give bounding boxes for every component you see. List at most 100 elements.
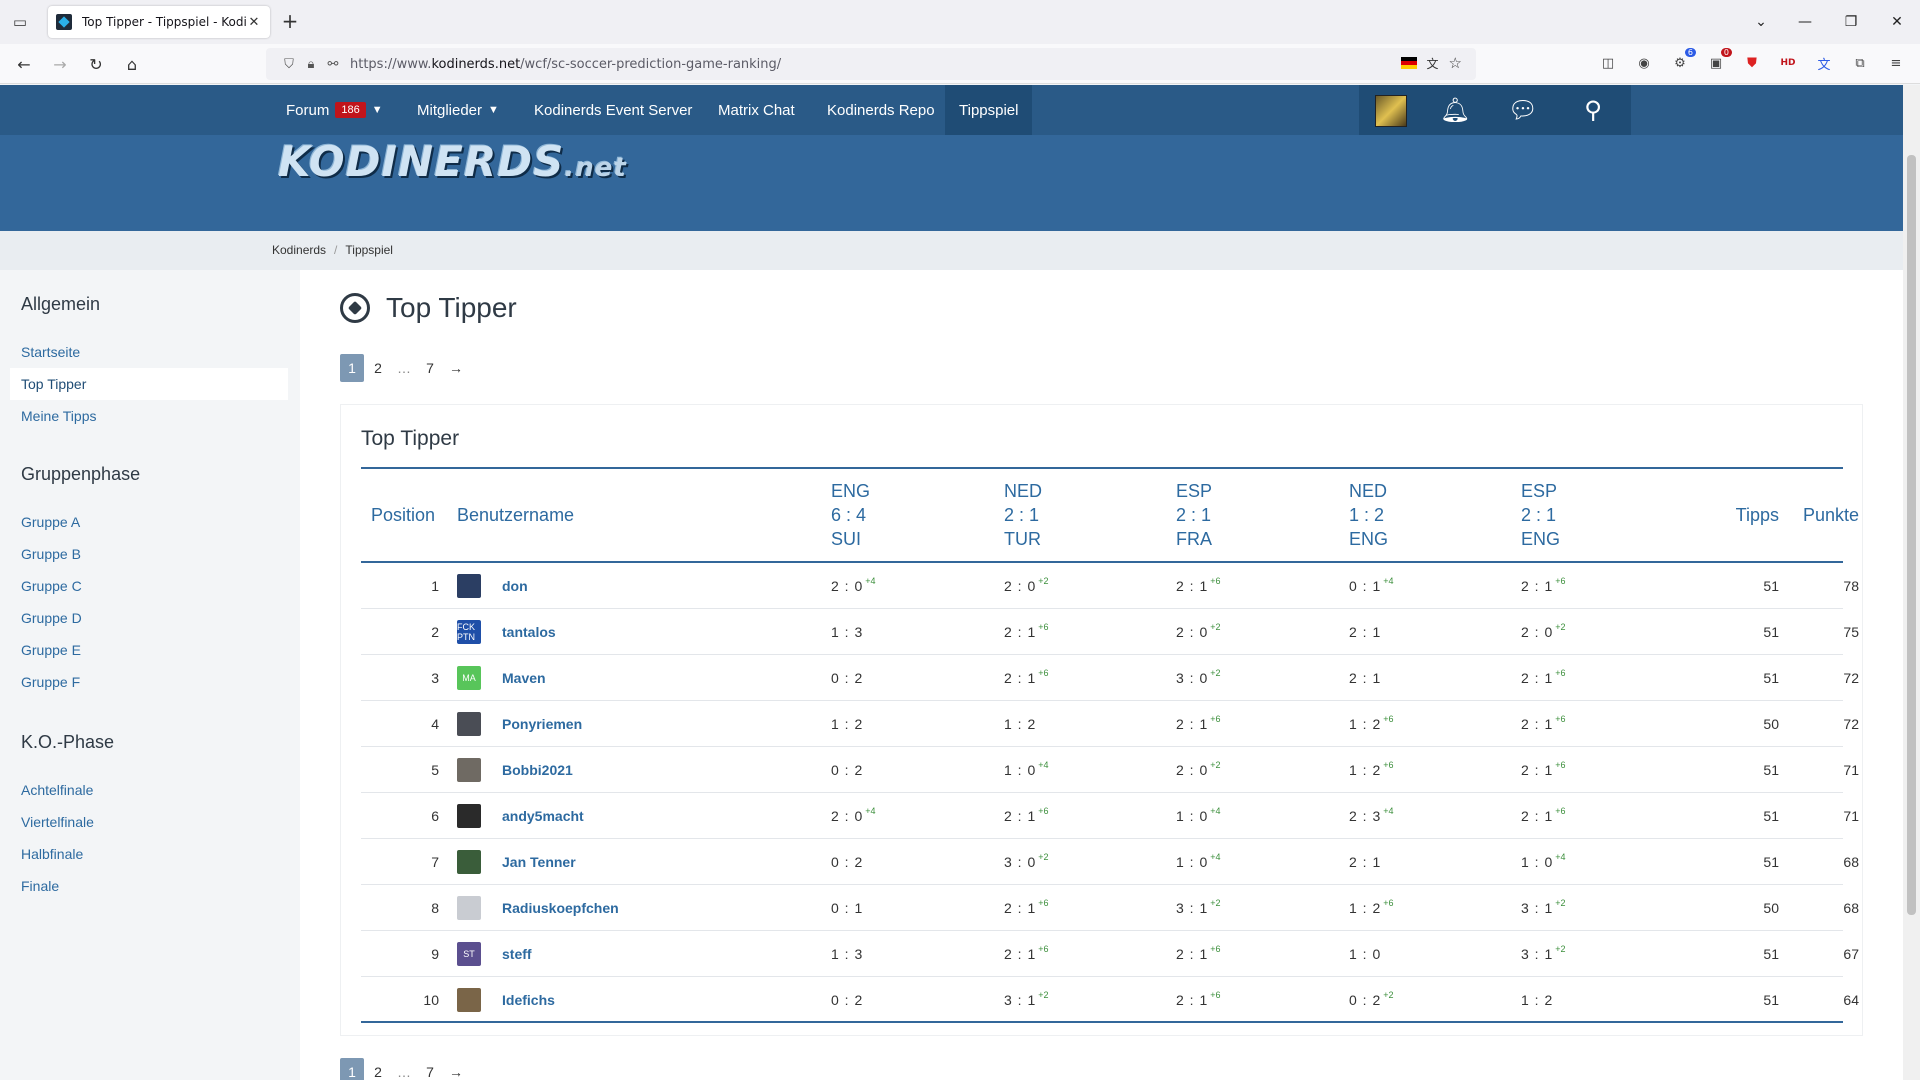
forum-unread-badge: 186	[335, 102, 366, 118]
username-link[interactable]: Idefichs	[502, 977, 555, 1022]
user-avatar[interactable]	[457, 804, 481, 828]
tip-value: 0 : 1	[1349, 577, 1382, 594]
col-position[interactable]: Position	[371, 503, 435, 527]
user-avatar[interactable]	[457, 988, 481, 1012]
sidebar-item-achtelfinale[interactable]: Achtelfinale	[10, 774, 288, 806]
next-page-arrow-icon[interactable]: →	[444, 1058, 468, 1080]
url-text[interactable]: https://www.kodinerds.net/wcf/sc-soccer-…	[350, 57, 781, 72]
page-link[interactable]: 7	[418, 354, 442, 382]
username-link[interactable]: Radiuskoepfchen	[502, 885, 619, 930]
restore-window-icon[interactable]: ❐	[1828, 0, 1874, 44]
user-avatar[interactable]	[1375, 95, 1407, 127]
sidebar-item-gruppe-c[interactable]: Gruppe C	[10, 570, 288, 602]
nav-tippspiel[interactable]: Tippspiel	[945, 85, 1033, 135]
conversations-icon[interactable]: 💬︎	[1507, 95, 1539, 125]
nav-event-server[interactable]: Kodinerds Event Server	[520, 85, 706, 135]
extensions-puzzle-icon[interactable]: ⧉	[1849, 52, 1871, 74]
col-tipps[interactable]: Tipps	[1709, 503, 1779, 527]
new-tab-button[interactable]: +	[278, 10, 302, 34]
page-ellipsis[interactable]: …	[392, 1058, 416, 1080]
address-bar[interactable]: ⛉ 🔒︎ ⚯ https://www.kodinerds.net/wcf/sc-…	[266, 48, 1476, 80]
tip-score: 2 : 1 +6	[1521, 563, 1566, 608]
user-avatar[interactable]	[457, 896, 481, 920]
username-link[interactable]: don	[502, 563, 528, 608]
back-arrow-icon[interactable]: ←	[12, 52, 36, 76]
nav-repo[interactable]: Kodinerds Repo	[813, 85, 949, 135]
row-tipps: 50	[1763, 715, 1779, 732]
tab-overflow-chevron-icon[interactable]: ⌄	[1738, 0, 1784, 44]
forward-arrow-icon[interactable]: →	[48, 52, 72, 76]
tip-score: 2 : 0 +4	[831, 563, 876, 608]
sidebar-item-gruppe-f[interactable]: Gruppe F	[10, 666, 288, 698]
username-link[interactable]: Jan Tenner	[502, 839, 576, 884]
sidebar-item-viertelfinale[interactable]: Viertelfinale	[10, 806, 288, 838]
user-avatar[interactable]	[457, 712, 481, 736]
sidebar-item-top-tipper[interactable]: Top Tipper	[10, 368, 288, 400]
username-link[interactable]: steff	[502, 931, 532, 976]
username-link[interactable]: Bobbi2021	[502, 747, 573, 792]
tab-list-icon[interactable]: ▭	[0, 0, 40, 44]
user-avatar[interactable]	[457, 758, 481, 782]
breadcrumb-link-tippspiel[interactable]: Tippspiel	[345, 243, 393, 257]
table-body: 1 don 2 : 0 +4 2 : 0 +2 2 : 1 +6 0 : 1 +4 2 : 1 +6 5…	[361, 563, 1859, 1023]
page-link[interactable]: 7	[418, 1058, 442, 1080]
scrollbar-thumb[interactable]	[1907, 155, 1916, 915]
username-link[interactable]: Maven	[502, 655, 546, 700]
user-avatar[interactable]	[457, 850, 481, 874]
col-punkte[interactable]: Punkte	[1781, 503, 1859, 527]
tip-value: 1 : 0	[1176, 807, 1209, 824]
user-avatar[interactable]: FCK PTN	[457, 620, 481, 644]
lock-icon[interactable]: 🔒︎	[300, 57, 322, 72]
username-link[interactable]: Ponyriemen	[502, 701, 582, 746]
sidebar-item-gruppe-a[interactable]: Gruppe A	[10, 506, 288, 538]
translate-extension-icon[interactable]: 文	[1813, 52, 1835, 74]
extension-badge-icon[interactable]: ▣ 0	[1705, 48, 1732, 74]
match-header-line: 2 : 1	[1176, 505, 1212, 525]
account-icon[interactable]: ◉	[1633, 52, 1655, 74]
sidebar-item-finale[interactable]: Finale	[10, 870, 288, 902]
page-link[interactable]: 2	[366, 1058, 390, 1080]
sidebar-heading-ko: K.O.-Phase	[21, 732, 115, 752]
search-icon[interactable]: ⚲	[1577, 95, 1609, 125]
sidebar-item-halbfinale[interactable]: Halbfinale	[10, 838, 288, 870]
user-avatar[interactable]: MA	[457, 666, 481, 690]
sidebar-item-gruppe-b[interactable]: Gruppe B	[10, 538, 288, 570]
bell-icon[interactable]: 🔔︎	[1439, 95, 1471, 125]
home-icon[interactable]: ⌂	[120, 52, 144, 76]
bookmark-star-icon[interactable]: ☆	[1449, 54, 1462, 72]
ublock-shield-icon[interactable]: ⛊	[1741, 52, 1763, 74]
pocket-icon[interactable]: ◫	[1597, 52, 1619, 74]
close-tab-icon[interactable]: ✕	[246, 15, 262, 30]
site-logo[interactable]: KODINERDS.net	[278, 137, 627, 186]
extension-counter-icon[interactable]: ⚙ 6	[1669, 48, 1696, 74]
username-link[interactable]: tantalos	[502, 609, 556, 654]
minimize-window-icon[interactable]: —	[1782, 0, 1828, 44]
shield-icon[interactable]: ⛉	[278, 57, 300, 72]
page-ellipsis[interactable]: …	[392, 354, 416, 382]
permissions-icon[interactable]: ⚯	[322, 57, 344, 72]
col-username[interactable]: Benutzername	[457, 503, 574, 527]
page-link-current[interactable]: 1	[340, 1058, 364, 1080]
username-link[interactable]: andy5macht	[502, 793, 584, 838]
menu-hamburger-icon[interactable]: ≡	[1885, 52, 1907, 74]
breadcrumb-link-home[interactable]: Kodinerds	[272, 243, 326, 257]
page-link[interactable]: 2	[366, 354, 390, 382]
browser-tab[interactable]: Top Tipper - Tippspiel - Kodinerds ✕	[48, 6, 270, 38]
sidebar-item-gruppe-d[interactable]: Gruppe D	[10, 602, 288, 634]
next-page-arrow-icon[interactable]: →	[444, 354, 468, 382]
german-flag-icon[interactable]	[1400, 57, 1417, 69]
user-avatar[interactable]: ST	[457, 942, 481, 966]
user-avatar[interactable]	[457, 574, 481, 598]
sidebar-item-gruppe-e[interactable]: Gruppe E	[10, 634, 288, 666]
sidebar-item-meine-tipps[interactable]: Meine Tipps	[10, 400, 288, 432]
page-link-current[interactable]: 1	[340, 354, 364, 382]
nav-members[interactable]: Mitglieder ▼	[403, 85, 513, 135]
sidebar-item-startseite[interactable]: Startseite	[10, 336, 288, 368]
close-window-icon[interactable]: ✕	[1874, 0, 1920, 44]
nav-forum[interactable]: Forum 186 ▼	[272, 85, 397, 135]
reload-icon[interactable]: ↻	[84, 52, 108, 76]
page-scrollbar[interactable]	[1903, 85, 1920, 1080]
hd-extension-icon[interactable]: HD	[1777, 52, 1799, 74]
nav-matrix-chat[interactable]: Matrix Chat	[704, 85, 809, 135]
translate-icon[interactable]: 文	[1427, 55, 1439, 72]
